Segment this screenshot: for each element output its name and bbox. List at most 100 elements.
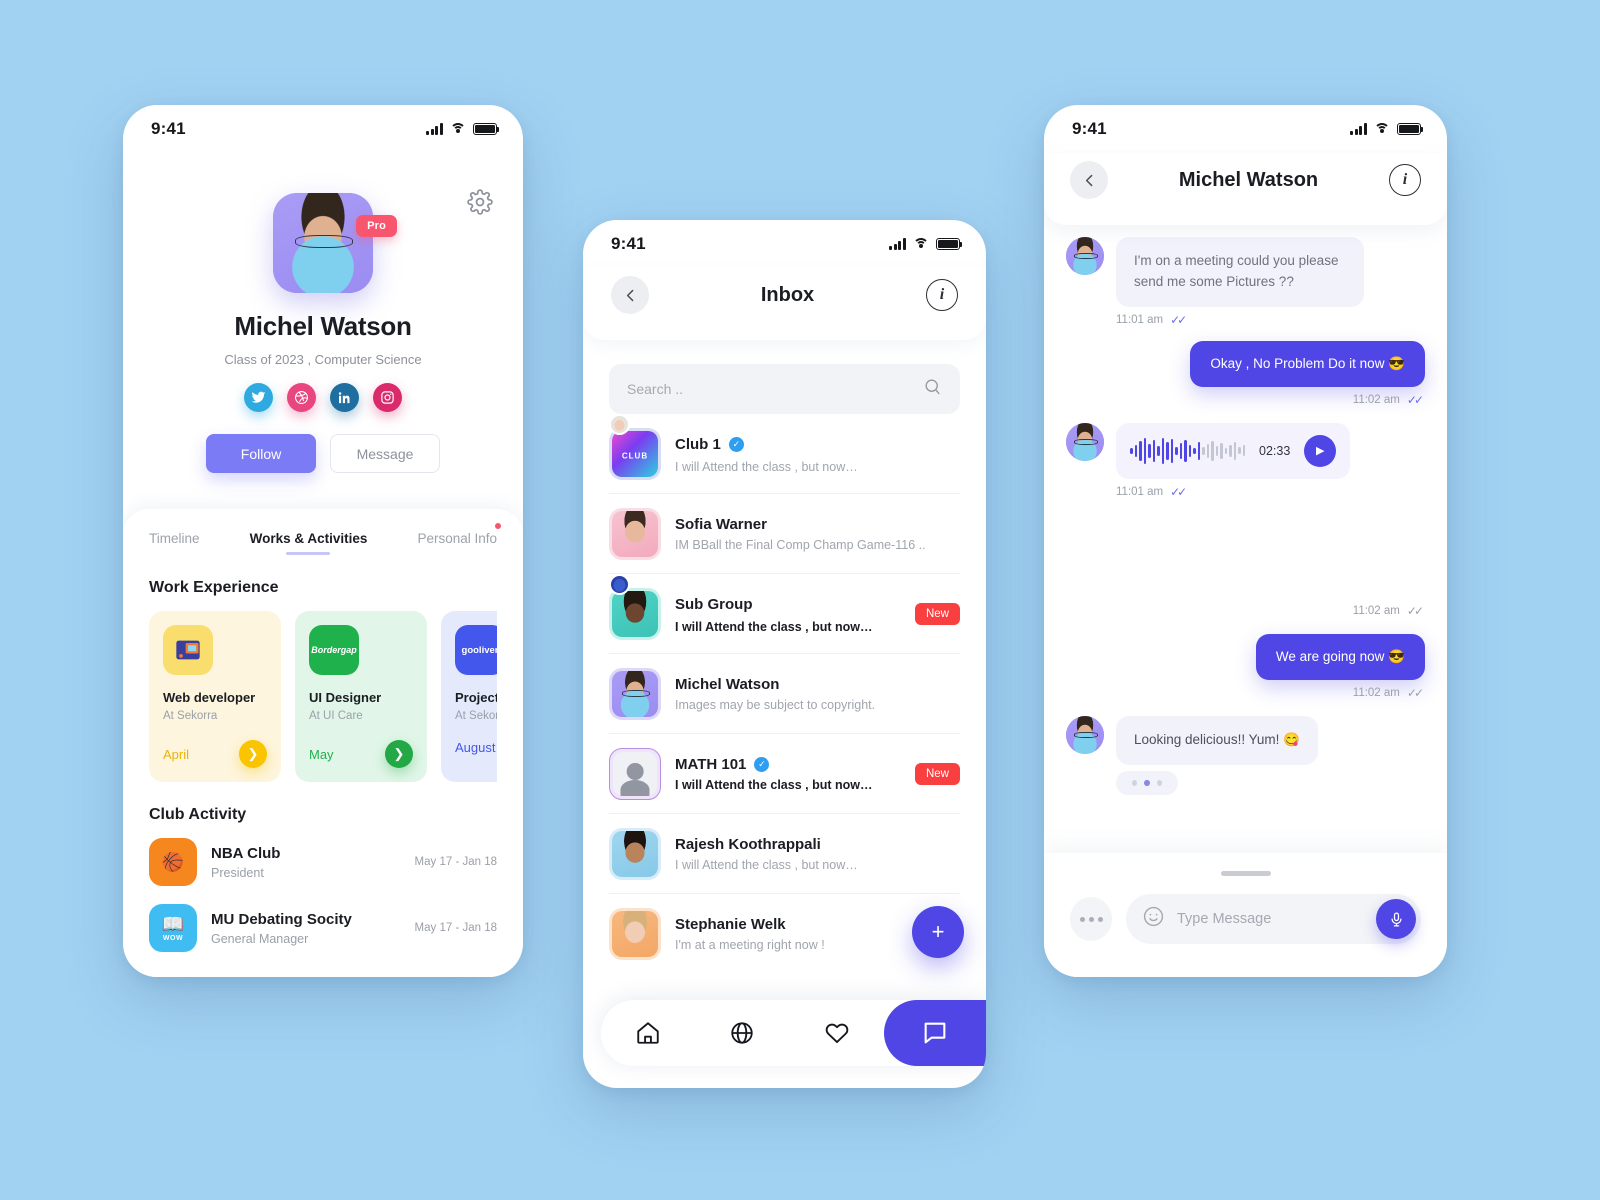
wifi-icon <box>450 123 466 135</box>
avatar <box>609 428 661 480</box>
ellipsis-icon[interactable] <box>1070 897 1112 941</box>
list-item[interactable]: Stephanie Welk I'm at a meeting right no… <box>609 894 960 973</box>
voice-duration: 02:33 <box>1259 443 1291 458</box>
work-logo-icon <box>163 625 213 675</box>
avatar <box>609 508 661 560</box>
message-row-them: I'm on a meeting could you please send m… <box>1066 237 1425 307</box>
chat-thread[interactable]: I'm on a meeting could you please send m… <box>1044 225 1447 881</box>
message-preview: I will Attend the class , but now… <box>675 778 873 792</box>
search-input[interactable] <box>609 364 960 414</box>
list-item[interactable]: Sofia Warner IM BBall the Final Comp Cha… <box>609 494 960 574</box>
message-timestamp: 11:02 am ✓✓ <box>1066 686 1424 700</box>
twitter-icon[interactable] <box>244 383 273 412</box>
info-icon[interactable]: i <box>1389 164 1421 196</box>
back-button[interactable] <box>1070 161 1108 199</box>
message-timestamp: 11:01 am ✓✓ <box>1116 485 1425 499</box>
chevron-right-icon[interactable]: ❯ <box>239 740 267 768</box>
work-card-footer: April ❯ <box>163 740 267 768</box>
message-info: MATH 101 ✓ I will Attend the class , but… <box>675 756 901 792</box>
club-name: MU Debating Socity <box>211 910 352 928</box>
drag-handle[interactable] <box>1220 871 1271 876</box>
image-attachments[interactable] <box>1066 513 1425 599</box>
back-button[interactable] <box>611 276 649 314</box>
list-item[interactable]: Michel Watson Images may be subject to c… <box>609 654 960 734</box>
follow-button[interactable]: Follow <box>206 434 316 473</box>
work-company: At UI Care <box>309 710 363 722</box>
home-icon[interactable] <box>601 1020 695 1046</box>
tab-works-activities[interactable]: Works & Activities <box>250 531 368 555</box>
list-item[interactable]: 🏀 NBA Club President May 17 - Jan 18 <box>149 838 497 886</box>
globe-icon[interactable] <box>695 1020 789 1046</box>
gear-icon[interactable] <box>467 189 493 215</box>
compose-button[interactable]: + <box>912 906 964 958</box>
message-preview: I will Attend the class , but now… <box>675 620 873 634</box>
tab-personal-info[interactable]: Personal Info <box>417 523 501 555</box>
message-preview: I will Attend the class , but now… <box>675 460 858 474</box>
attachment-thumbnail[interactable] <box>1165 513 1247 599</box>
battery-icon <box>1397 123 1424 135</box>
message-name-line: Rajesh Koothrappali <box>675 836 960 853</box>
list-item[interactable]: Rajesh Koothrappali I will Attend the cl… <box>609 814 960 894</box>
attachment-thumbnail[interactable] <box>1254 513 1336 599</box>
status-bar-profile: 9:41 <box>123 105 523 153</box>
work-month: August <box>455 740 496 755</box>
work-card[interactable]: Web developer At Sekorra April ❯ <box>149 611 281 782</box>
message-button[interactable]: Message <box>330 434 440 473</box>
message-name-line: Sofia Warner <box>675 516 960 533</box>
message-info: Club 1 ✓ I will Attend the class , but n… <box>609 414 960 474</box>
message-field[interactable] <box>1177 911 1364 927</box>
list-item[interactable]: Sub Group I will Attend the class , but … <box>609 574 960 654</box>
avatar <box>1066 422 1104 461</box>
avatar <box>609 908 661 960</box>
club-activity-heading: Club Activity <box>149 806 247 823</box>
dribbble-icon[interactable] <box>287 383 316 412</box>
page-title: Inbox <box>760 283 815 306</box>
chat-bubble: I'm on a meeting could you please send m… <box>1116 237 1364 307</box>
message-name-line: Michel Watson <box>675 676 960 693</box>
linkedin-icon[interactable] <box>330 383 359 412</box>
search-icon[interactable] <box>923 377 942 401</box>
battery-icon <box>936 238 963 250</box>
message-input[interactable] <box>1126 894 1421 944</box>
voice-message[interactable]: 02:33 ▶ <box>1116 422 1351 479</box>
message-info: Rajesh Koothrappali I will Attend the cl… <box>675 836 960 872</box>
play-icon[interactable]: ▶ <box>1304 434 1337 467</box>
read-receipt-icon: ✓✓ <box>1170 484 1187 499</box>
message-name-line: Club 1 ✓ <box>609 414 960 455</box>
tab-timeline[interactable]: Timeline <box>149 531 200 555</box>
status-icons <box>426 123 500 135</box>
list-item[interactable]: MATH 101 ✓ I will Attend the class , but… <box>609 734 960 814</box>
conversation-name: Stephanie Welk <box>675 916 786 933</box>
status-time: 9:41 <box>611 234 646 253</box>
chat-bubble: We are going now 😎 <box>1255 633 1425 680</box>
signal-icon <box>1350 123 1367 135</box>
chat-header: Michel Watson i <box>1044 153 1447 225</box>
tab-personal-info-label: Personal Info <box>417 531 497 546</box>
smiley-icon[interactable] <box>1142 905 1165 933</box>
work-experience-list[interactable]: Web developer At Sekorra April ❯ Borderg… <box>149 611 497 782</box>
conversation-name: Sofia Warner <box>675 516 767 533</box>
work-card[interactable]: Bordergap UI Designer At UI Care May ❯ <box>295 611 427 782</box>
attachment-thumbnail[interactable] <box>1343 513 1425 599</box>
chat-icon[interactable] <box>883 1000 986 1066</box>
club-date: May 17 - Jan 18 <box>414 922 497 934</box>
message-row-me: Okay , No Problem Do it now 😎 <box>1066 340 1425 387</box>
wifi-icon <box>913 238 929 250</box>
microphone-icon[interactable] <box>1376 899 1416 939</box>
status-time: 9:41 <box>1072 119 1107 138</box>
signal-icon <box>426 123 443 135</box>
conversation-name: Club 1 <box>675 436 721 453</box>
battery-icon <box>473 123 500 135</box>
chat-phone: 9:41 Michel Watson i I'm on a meeting co… <box>1044 105 1447 977</box>
info-icon[interactable]: i <box>926 279 958 311</box>
message-preview: IM BBall the Final Comp Champ Game-116 .… <box>675 538 926 552</box>
list-item[interactable]: Club 1 ✓ I will Attend the class , but n… <box>609 414 960 494</box>
instagram-icon[interactable] <box>373 383 402 412</box>
heart-icon[interactable] <box>790 1020 884 1046</box>
message-info: Michel Watson Images may be subject to c… <box>675 676 960 712</box>
avatar <box>609 668 661 720</box>
search-field[interactable] <box>627 381 923 397</box>
list-item[interactable]: 📖 WOW MU Debating Socity General Manager … <box>149 904 497 952</box>
work-card[interactable]: gooliver Project Man At Sekorra August <box>441 611 497 782</box>
chevron-right-icon[interactable]: ❯ <box>385 740 413 768</box>
